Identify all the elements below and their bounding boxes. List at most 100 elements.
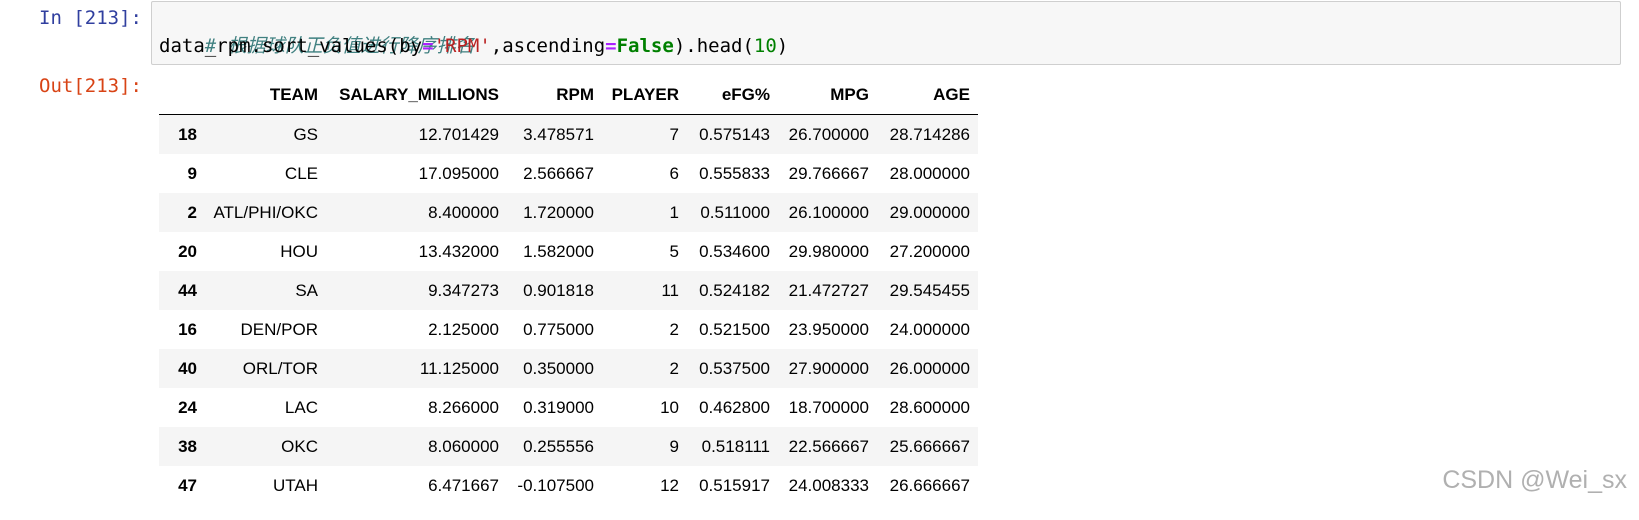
cell-age: 26.666667 — [889, 475, 970, 495]
code-param: ,ascending — [490, 35, 606, 57]
header-rpm: RPM — [507, 76, 602, 115]
cell-rpm: 1.582000 — [523, 241, 594, 261]
table-row: 9 CLE 17.095000 2.566667 6 0.555833 29.7… — [159, 154, 978, 193]
cell-efg: 0.521500 — [699, 319, 770, 339]
cell-age: 28.714286 — [889, 124, 970, 144]
table-row: 18 GS 12.701429 3.478571 7 0.575143 26.7… — [159, 114, 978, 154]
cell-mpg: 26.100000 — [788, 202, 869, 222]
cell-player: 10 — [660, 397, 679, 417]
cell-mpg: 21.472727 — [788, 280, 869, 300]
table-row: 38 OKC 8.060000 0.255556 9 0.518111 22.5… — [159, 427, 978, 466]
cell-player: 11 — [661, 280, 679, 300]
row-index: 47 — [178, 475, 197, 495]
cell-rpm: -0.107500 — [517, 475, 594, 495]
cell-age: 27.200000 — [889, 241, 970, 261]
cell-team: ATL/PHI/OKC — [213, 202, 318, 222]
cell-mpg: 27.900000 — [788, 358, 869, 378]
cell-mpg: 23.950000 — [788, 319, 869, 339]
cell-age: 24.000000 — [889, 319, 970, 339]
cell-efg: 0.511000 — [700, 202, 770, 222]
cell-player: 5 — [669, 241, 679, 261]
cell-salary: 6.471667 — [428, 475, 499, 495]
cell-player: 1 — [669, 202, 679, 222]
code-call: ).head( — [673, 35, 754, 57]
header-index — [159, 76, 205, 115]
cell-salary: 11.125000 — [419, 358, 499, 378]
cell-mpg: 18.700000 — [788, 397, 869, 417]
cell-efg: 0.524182 — [699, 280, 770, 300]
cell-team: OKC — [281, 436, 318, 456]
output-prompt: Out[213]: — [39, 75, 142, 97]
code-close: ) — [776, 35, 789, 57]
cell-efg: 0.462800 — [699, 397, 770, 417]
cell-mpg: 22.566667 — [788, 436, 869, 456]
row-index: 16 — [178, 319, 197, 339]
cell-team: CLE — [284, 163, 318, 183]
cell-rpm: 1.720000 — [523, 202, 594, 222]
code-number: 10 — [753, 35, 777, 57]
cell-age: 28.600000 — [889, 397, 970, 417]
header-efg: eFG% — [687, 76, 778, 115]
cell-mpg: 29.766667 — [788, 163, 869, 183]
cell-team: HOU — [280, 241, 318, 261]
cell-player: 6 — [669, 163, 679, 183]
row-index: 40 — [178, 358, 197, 378]
code-statement-line: data_rpm.sort_values(by='RPM',ascending=… — [159, 35, 788, 57]
cell-player: 2 — [669, 358, 679, 378]
cell-rpm: 3.478571 — [523, 124, 594, 144]
code-input-cell[interactable]: # 根据球队正负值进行降序排名 data_rpm.sort_values(by=… — [151, 1, 1621, 65]
row-index: 24 — [178, 397, 197, 417]
row-index: 20 — [178, 241, 197, 261]
cell-team: UTAH — [272, 475, 318, 495]
cell-salary: 17.095000 — [418, 163, 499, 183]
cell-rpm: 2.566667 — [523, 163, 594, 183]
cell-rpm: 0.775000 — [523, 319, 594, 339]
cell-rpm: 0.255556 — [523, 436, 594, 456]
cell-age: 29.545455 — [889, 280, 970, 300]
cell-age: 25.666667 — [889, 436, 970, 456]
cell-salary: 12.701429 — [418, 124, 499, 144]
cell-age: 28.000000 — [889, 163, 970, 183]
cell-salary: 9.347273 — [428, 280, 499, 300]
cell-efg: 0.555833 — [699, 163, 770, 183]
table-row: 16 DEN/POR 2.125000 0.775000 2 0.521500 … — [159, 310, 978, 349]
cell-salary: 8.400000 — [428, 202, 499, 222]
row-index: 18 — [178, 124, 197, 144]
dataframe-table: TEAM SALARY_MILLIONS RPM PLAYER eFG% MPG… — [159, 76, 978, 505]
code-func: data_rpm.sort_values(by — [159, 35, 423, 57]
cell-player: 2 — [669, 319, 679, 339]
header-mpg: MPG — [778, 76, 877, 115]
table-header-row: TEAM SALARY_MILLIONS RPM PLAYER eFG% MPG… — [159, 76, 978, 115]
cell-player: 9 — [669, 436, 679, 456]
cell-mpg: 26.700000 — [788, 124, 869, 144]
cell-rpm: 0.901818 — [523, 280, 594, 300]
code-equals-2: = — [605, 35, 617, 57]
cell-team: SA — [295, 280, 318, 300]
cell-team: LAC — [284, 397, 318, 417]
cell-mpg: 29.980000 — [788, 241, 869, 261]
cell-age: 26.000000 — [889, 358, 970, 378]
cell-rpm: 0.319000 — [523, 397, 594, 417]
row-index: 2 — [187, 202, 197, 222]
cell-efg: 0.537500 — [699, 358, 770, 378]
header-age: AGE — [877, 76, 978, 115]
header-player: PLAYER — [602, 76, 687, 115]
cell-rpm: 0.350000 — [523, 358, 594, 378]
table-row: 40 ORL/TOR 11.125000 0.350000 2 0.537500… — [159, 349, 978, 388]
cell-team: ORL/TOR — [242, 358, 318, 378]
cell-salary: 2.125000 — [428, 319, 499, 339]
cell-player: 12 — [660, 475, 679, 495]
row-index: 38 — [178, 436, 197, 456]
table-row: 20 HOU 13.432000 1.582000 5 0.534600 29.… — [159, 232, 978, 271]
watermark: CSDN @Wei_sx — [1442, 466, 1627, 494]
cell-salary: 13.432000 — [418, 241, 499, 261]
cell-player: 7 — [669, 124, 679, 144]
table-row: 47 UTAH 6.471667 -0.107500 12 0.515917 2… — [159, 466, 978, 505]
table-row: 24 LAC 8.266000 0.319000 10 0.462800 18.… — [159, 388, 978, 427]
cell-salary: 8.060000 — [428, 436, 499, 456]
row-index: 9 — [187, 163, 197, 183]
cell-efg: 0.575143 — [699, 124, 770, 144]
table-row: 2 ATL/PHI/OKC 8.400000 1.720000 1 0.5110… — [159, 193, 978, 232]
code-string-arg: 'RPM' — [433, 35, 491, 57]
cell-age: 29.000000 — [889, 202, 970, 222]
